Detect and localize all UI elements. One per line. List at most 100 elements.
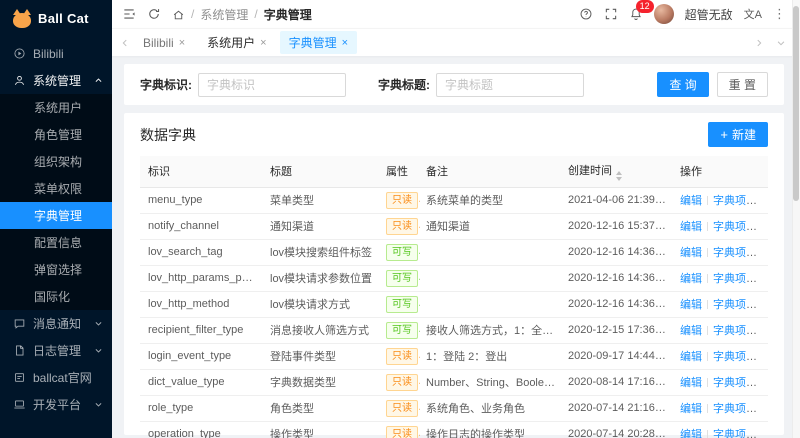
sidebar-subitem[interactable]: 菜单权限 <box>0 175 112 202</box>
edit-link[interactable]: 编辑 <box>680 299 702 311</box>
breadcrumb-item-system[interactable]: 系统管理 <box>200 6 248 23</box>
more-menu-icon[interactable]: ⋮ <box>773 6 786 22</box>
create-button[interactable]: + 新建 <box>708 122 768 147</box>
delete-link[interactable]: 删除 <box>757 403 768 415</box>
create-button-label: 新建 <box>731 128 756 142</box>
scrollbar-track[interactable] <box>792 0 800 438</box>
delete-link[interactable]: 删除 <box>757 273 768 285</box>
table-row: lov_search_tag lov模块搜索组件标签 可写 2020-12-16 14… <box>140 239 768 266</box>
sidebar-item-bilibili[interactable]: Bilibili <box>0 40 112 67</box>
table-row: recipient_filter_type 消息接收人筛选方式 可写 接收人筛选方式，… <box>140 317 768 344</box>
user-icon <box>13 74 26 87</box>
sort-icon[interactable] <box>616 171 622 181</box>
title-cell: 登陆事件类型 <box>264 343 380 370</box>
delete-link[interactable]: 删除 <box>757 325 768 337</box>
edit-link[interactable]: 编辑 <box>680 429 702 438</box>
dict-items-link[interactable]: 字典项 <box>713 247 757 259</box>
dict-items-link[interactable]: 字典项 <box>713 351 757 363</box>
sidebar-subitem[interactable]: 角色管理 <box>0 121 112 148</box>
delete-link[interactable]: 删除 <box>757 377 768 389</box>
sidebar-subitem[interactable]: 系统用户 <box>0 94 112 121</box>
delete-link[interactable]: 删除 <box>757 299 768 311</box>
plus-icon: + <box>720 127 728 142</box>
edit-link[interactable]: 编辑 <box>680 221 702 233</box>
sidebar-subitem[interactable]: 弹窗选择 <box>0 256 112 283</box>
tab-scroll-left-icon[interactable] <box>120 38 130 48</box>
sidebar-item-website[interactable]: ballcat官网 <box>0 364 112 391</box>
delete-link[interactable]: 删除 <box>757 247 768 259</box>
dict-items-link[interactable]: 字典项 <box>713 195 757 207</box>
dict-items-link[interactable]: 字典项 <box>713 403 757 415</box>
dict-title-input[interactable] <box>436 72 584 97</box>
user-avatar[interactable] <box>653 4 674 24</box>
edit-link[interactable]: 编辑 <box>680 195 702 207</box>
dict-table-card: 数据字典 + 新建 标识 标题 属性 备注 创建时间 操作 menu_type 菜单类型 只读… <box>124 113 784 438</box>
tab-options-icon[interactable] <box>776 38 786 48</box>
close-icon[interactable]: × <box>342 37 348 49</box>
tab-Bilibili[interactable]: Bilibili × <box>134 31 194 54</box>
edit-link[interactable]: 编辑 <box>680 403 702 415</box>
notifications-button[interactable]: 12 <box>629 0 654 21</box>
actions-cell: 编辑字典项删除 <box>674 343 768 370</box>
play-circle-icon <box>13 47 26 60</box>
dict-title-label: 字典标题: <box>378 78 430 92</box>
search-button[interactable]: 查 询 <box>657 72 709 97</box>
sidebar-item-log[interactable]: 日志管理 <box>0 337 112 364</box>
brand-logo[interactable]: Ball Cat <box>0 0 112 36</box>
edit-link[interactable]: 编辑 <box>680 325 702 337</box>
close-icon[interactable]: × <box>260 37 266 49</box>
translate-icon[interactable]: 文A <box>744 6 762 22</box>
edit-link[interactable]: 编辑 <box>680 351 702 363</box>
close-icon[interactable]: × <box>179 37 185 49</box>
dict-items-link[interactable]: 字典项 <box>713 299 757 311</box>
title-cell: lov模块请求参数位置 <box>264 265 380 292</box>
sidebar-item-dev[interactable]: 开发平台 <box>0 391 112 418</box>
action-divider <box>707 196 708 205</box>
username[interactable]: 超管无敌 <box>685 6 733 23</box>
delete-link[interactable]: 删除 <box>757 221 768 233</box>
home-icon[interactable] <box>172 8 185 21</box>
tab-字典管理[interactable]: 字典管理 × <box>279 31 358 54</box>
actions-cell: 编辑字典项删除 <box>674 369 768 396</box>
sidebar-subitem[interactable]: 组织架构 <box>0 148 112 175</box>
remark-cell: 操作日志的操作类型 <box>420 421 562 438</box>
sidebar-item-notice[interactable]: 消息通知 <box>0 310 112 337</box>
reload-icon[interactable] <box>147 7 161 21</box>
delete-link[interactable]: 删除 <box>757 351 768 363</box>
attr-cell: 只读 <box>380 395 420 422</box>
dict-items-link[interactable]: 字典项 <box>713 273 757 285</box>
tab-list: Bilibili × 系统用户 × 字典管理 × <box>134 31 358 54</box>
fullscreen-icon[interactable] <box>604 7 618 21</box>
remark-cell: 接收人筛选方式，1：全部 2：用户角色 3... <box>420 317 562 344</box>
dict-items-link[interactable]: 字典项 <box>713 325 757 337</box>
edit-link[interactable]: 编辑 <box>680 377 702 389</box>
tab-系统用户[interactable]: 系统用户 × <box>198 31 275 54</box>
attr-cell: 只读 <box>380 187 420 214</box>
edit-link[interactable]: 编辑 <box>680 273 702 285</box>
remark-cell <box>420 291 562 318</box>
scrollbar-thumb[interactable] <box>793 6 799 201</box>
tab-scroll-right-icon[interactable] <box>754 38 764 48</box>
title-cell: 字典数据类型 <box>264 369 380 396</box>
chevron-down-icon <box>94 319 103 328</box>
dict-items-link[interactable]: 字典项 <box>713 429 757 438</box>
created-cell: 2020-08-14 17:16:47 <box>562 369 674 396</box>
dict-items-link[interactable]: 字典项 <box>713 377 757 389</box>
sidebar-item-system[interactable]: 系统管理 <box>0 67 112 94</box>
delete-link[interactable]: 删除 <box>757 195 768 207</box>
sidebar-subitem[interactable]: 国际化 <box>0 283 112 310</box>
reset-button[interactable]: 重 置 <box>716 72 768 97</box>
attr-tag: 只读 <box>386 217 418 235</box>
table-body: menu_type 菜单类型 只读 系统菜单的类型 2021-04-06 21:39:4… <box>140 187 768 438</box>
edit-link[interactable]: 编辑 <box>680 247 702 259</box>
menu-fold-icon[interactable] <box>122 7 136 21</box>
delete-link[interactable]: 删除 <box>757 429 768 438</box>
action-divider <box>707 248 708 257</box>
dict-items-link[interactable]: 字典项 <box>713 221 757 233</box>
help-icon[interactable] <box>579 7 593 21</box>
table-row: lov_http_method lov模块请求方式 可写 2020-12-16 14:… <box>140 291 768 318</box>
sidebar-subitem[interactable]: 字典管理 <box>0 202 112 229</box>
sidebar-subitem[interactable]: 配置信息 <box>0 229 112 256</box>
created-cell: 2020-09-17 14:44:00 <box>562 343 674 370</box>
dict-code-input[interactable] <box>198 72 346 97</box>
